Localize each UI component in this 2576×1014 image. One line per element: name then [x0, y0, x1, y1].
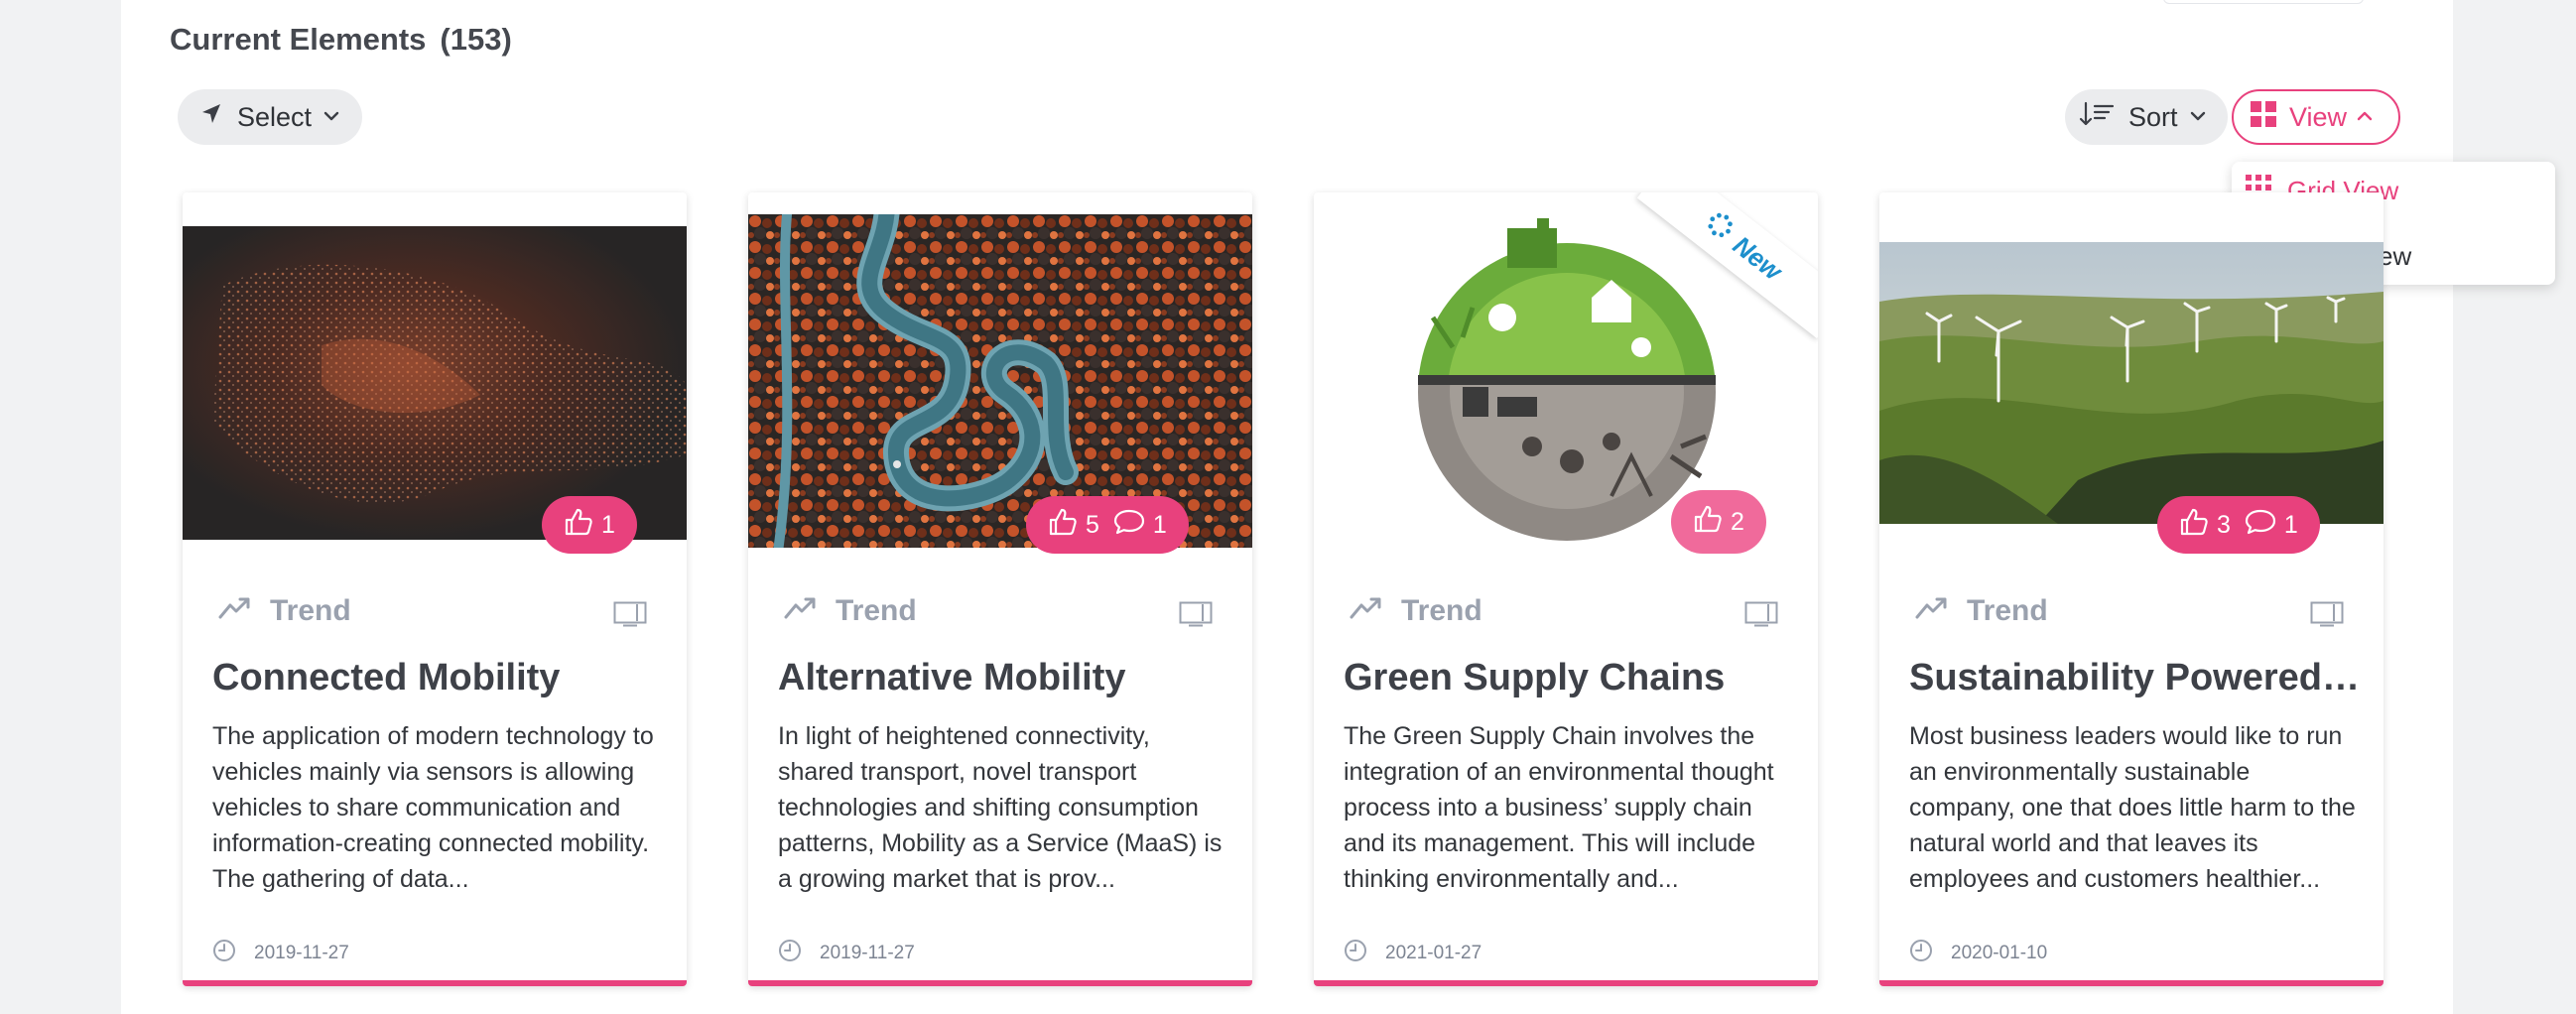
- page-title: Current Elements (153): [170, 22, 512, 58]
- like-count: 2: [1731, 507, 1744, 536]
- card-description: In light of heightened connectivity, sha…: [778, 722, 1223, 893]
- card-title[interactable]: Green Supply Chains: [1344, 657, 1795, 699]
- element-count: (153): [440, 22, 512, 57]
- card-date: 2019-11-27: [212, 939, 349, 968]
- like-count: 1: [601, 510, 615, 539]
- clock-icon: [778, 939, 802, 968]
- card-accent-bar: [183, 980, 687, 986]
- card-date: 2019-11-27: [778, 939, 915, 968]
- card-type: Trend: [784, 594, 917, 628]
- card-date-label: 2019-11-27: [254, 943, 349, 963]
- clock-icon: [1909, 939, 1933, 968]
- card-description: The application of modern technology to …: [212, 722, 654, 893]
- sort-button[interactable]: Sort: [2065, 89, 2228, 145]
- card-date-label: 2021-01-27: [1385, 943, 1482, 963]
- element-card[interactable]: 1 Trend Connected Mobility The applicati…: [183, 192, 687, 986]
- card-type: Trend: [218, 594, 351, 628]
- thumbs-up-icon: [1693, 504, 1723, 541]
- like-count: 5: [1086, 510, 1099, 539]
- card-image: [183, 226, 687, 540]
- monitor-icon: [1744, 601, 1778, 632]
- element-card[interactable]: 5 1 Trend Alternative Mobility In light …: [748, 192, 1252, 986]
- clock-icon: [212, 939, 236, 968]
- reactions-badge[interactable]: 3 1: [2157, 496, 2320, 554]
- card-type: Trend: [1915, 594, 2048, 628]
- like-count: 3: [2217, 510, 2231, 539]
- card-date: 2021-01-27: [1344, 939, 1481, 968]
- card-date-label: 2019-11-27: [820, 943, 915, 963]
- card-title[interactable]: Alternative Mobility: [778, 657, 1229, 699]
- element-card[interactable]: New 2 Trend Green Supply Chains The Gree…: [1314, 192, 1818, 986]
- card-type-label: Trend: [1967, 594, 2048, 627]
- comment-count: 1: [2283, 510, 2298, 539]
- chevron-down-icon: [2188, 102, 2208, 133]
- comment-count: 1: [1152, 510, 1167, 539]
- card-date-label: 2020-01-10: [1951, 943, 2048, 963]
- clock-icon: [1344, 939, 1367, 968]
- comment-icon: [2245, 508, 2276, 543]
- monitor-icon: [2310, 601, 2344, 632]
- trend-arrow-icon: [218, 594, 252, 628]
- card-date: 2020-01-10: [1909, 939, 2047, 968]
- trend-arrow-icon: [784, 594, 818, 628]
- monitor-icon: [1179, 601, 1213, 632]
- view-button[interactable]: View: [2232, 89, 2400, 145]
- card-title[interactable]: Sustainability Powered ...: [1909, 657, 2361, 699]
- thumbs-up-icon: [564, 507, 593, 544]
- trend-arrow-icon: [1350, 594, 1383, 628]
- select-button[interactable]: Select: [178, 89, 362, 145]
- card-image: [1879, 242, 2383, 524]
- thumbs-up-icon: [1048, 507, 1078, 544]
- card-type-label: Trend: [1401, 594, 1482, 627]
- search-field-edge[interactable]: [2163, 0, 2364, 4]
- chevron-down-icon: [322, 102, 341, 133]
- select-button-label: Select: [237, 101, 313, 132]
- page-title-label: Current Elements: [170, 22, 427, 57]
- card-type: Trend: [1350, 594, 1482, 628]
- thumbs-up-icon: [2179, 507, 2209, 544]
- reactions-badge[interactable]: 1: [542, 496, 637, 554]
- loading-spinner-icon: [1699, 206, 1739, 248]
- sort-icon: [2079, 100, 2115, 135]
- chevron-up-icon: [2355, 102, 2375, 133]
- reactions-badge[interactable]: 5 1: [1026, 496, 1189, 554]
- comment-icon: [1113, 508, 1145, 543]
- card-accent-bar: [748, 980, 1252, 986]
- card-image: [748, 214, 1252, 548]
- card-type-label: Trend: [270, 594, 351, 627]
- trend-arrow-icon: [1915, 594, 1949, 628]
- element-card[interactable]: 3 1 Trend Sustainability Powered ... Mos…: [1879, 192, 2383, 986]
- reactions-badge[interactable]: 2: [1671, 490, 1766, 554]
- card-title[interactable]: Connected Mobility: [212, 657, 664, 699]
- card-type-label: Trend: [836, 594, 917, 627]
- grid-tiles-icon: [2250, 100, 2277, 135]
- card-description: Most business leaders would like to run …: [1909, 722, 2356, 893]
- sort-button-label: Sort: [2128, 101, 2178, 132]
- cursor-arrow-icon: [199, 102, 223, 133]
- card-description: The Green Supply Chain involves the inte…: [1344, 722, 1774, 893]
- card-accent-bar: [1879, 980, 2383, 986]
- monitor-icon: [613, 601, 647, 632]
- view-button-label: View: [2289, 101, 2348, 132]
- card-accent-bar: [1314, 980, 1818, 986]
